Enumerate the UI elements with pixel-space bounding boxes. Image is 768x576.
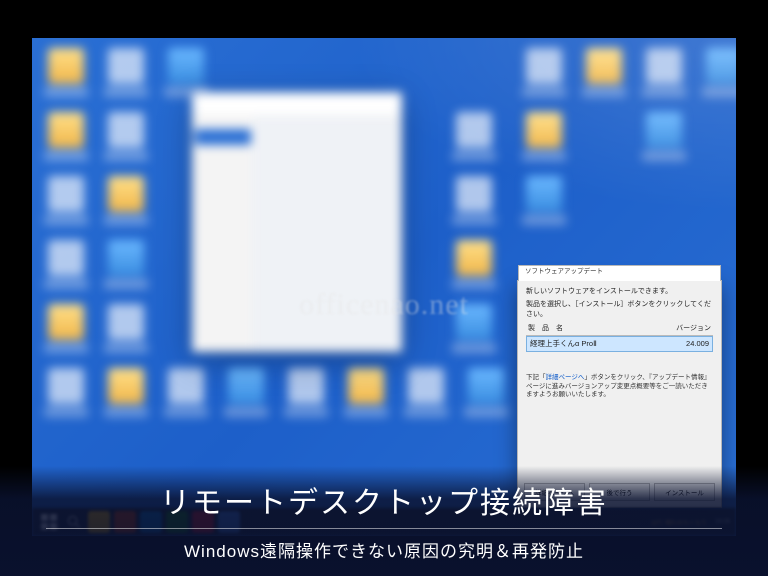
desktop-icon[interactable] <box>284 368 328 418</box>
window-sidebar[interactable] <box>193 117 253 351</box>
desktop-icon[interactable] <box>44 112 88 162</box>
desktop-area: ソフトウェアアップデート 新しいソフトウェアをインストールできます。 製品を選択… <box>32 38 736 536</box>
desktop-icon[interactable] <box>104 304 148 354</box>
desktop-icon[interactable] <box>104 176 148 226</box>
desktop-icon[interactable] <box>44 48 88 98</box>
col-product-name: 製 品 名 <box>528 324 563 333</box>
desktop-icon[interactable] <box>224 368 268 418</box>
desktop-icon[interactable] <box>522 176 566 226</box>
desktop-icon[interactable] <box>104 48 148 98</box>
product-name: 経理上手くんα ProⅡ <box>530 339 597 349</box>
desktop-icon[interactable] <box>452 240 496 290</box>
dialog-text-2: 製品を選択し、［インストール］ボタンをクリックしてください。 <box>526 300 713 319</box>
desktop-icon[interactable] <box>344 368 388 418</box>
dialog-note: 下記「詳細ページへ」ボタンをクリック、『アップデート情報』ページに進みバージョン… <box>526 374 713 400</box>
desktop-icon[interactable] <box>582 48 626 98</box>
windows-desktop-screen: ソフトウェアアップデート 新しいソフトウェアをインストールできます。 製品を選択… <box>32 38 736 536</box>
dialog-titlebar[interactable]: ソフトウェアアップデート <box>518 265 721 281</box>
table-row[interactable]: 経理上手くんα ProⅡ 24.009 <box>526 336 713 352</box>
photo-frame: ソフトウェアアップデート 新しいソフトウェアをインストールできます。 製品を選択… <box>0 0 768 576</box>
desktop-icon[interactable] <box>104 240 148 290</box>
desktop-icon[interactable] <box>104 368 148 418</box>
desktop-icon[interactable] <box>44 176 88 226</box>
desktop-icon[interactable] <box>164 368 208 418</box>
caption-overlay: リモートデスクトップ接続障害 Windows遠隔操作できない原因の究明＆再発防止 <box>0 466 768 576</box>
desktop-icon[interactable] <box>452 176 496 226</box>
desktop-icon[interactable] <box>164 48 208 98</box>
desktop-icon[interactable] <box>464 368 508 418</box>
overlay-divider <box>46 528 722 529</box>
product-version: 24.009 <box>686 339 709 349</box>
desktop-icon[interactable] <box>44 368 88 418</box>
desktop-icon[interactable] <box>452 304 496 354</box>
desktop-icon[interactable] <box>522 112 566 162</box>
desktop-icon[interactable] <box>642 112 686 162</box>
desktop-icon[interactable] <box>702 48 736 98</box>
desktop-icon[interactable] <box>104 112 148 162</box>
desktop-icon[interactable] <box>404 368 448 418</box>
desktop-icon[interactable] <box>44 304 88 354</box>
col-version: バージョン <box>676 324 711 333</box>
table-header: 製 品 名 バージョン <box>526 323 713 335</box>
desktop-icon[interactable] <box>452 112 496 162</box>
explorer-window[interactable] <box>192 92 402 352</box>
overlay-subtitle: Windows遠隔操作できない原因の究明＆再発防止 <box>184 537 584 562</box>
desktop-icon[interactable] <box>44 240 88 290</box>
window-titlebar[interactable] <box>193 93 401 117</box>
selected-item[interactable] <box>195 129 251 145</box>
dialog-text-1: 新しいソフトウェアをインストールできます。 <box>526 287 713 296</box>
overlay-title: リモートデスクトップ接続障害 <box>160 478 608 522</box>
desktop-icon[interactable] <box>522 48 566 98</box>
desktop-icon[interactable] <box>642 48 686 98</box>
detail-link[interactable]: 詳細ページへ <box>546 374 585 381</box>
